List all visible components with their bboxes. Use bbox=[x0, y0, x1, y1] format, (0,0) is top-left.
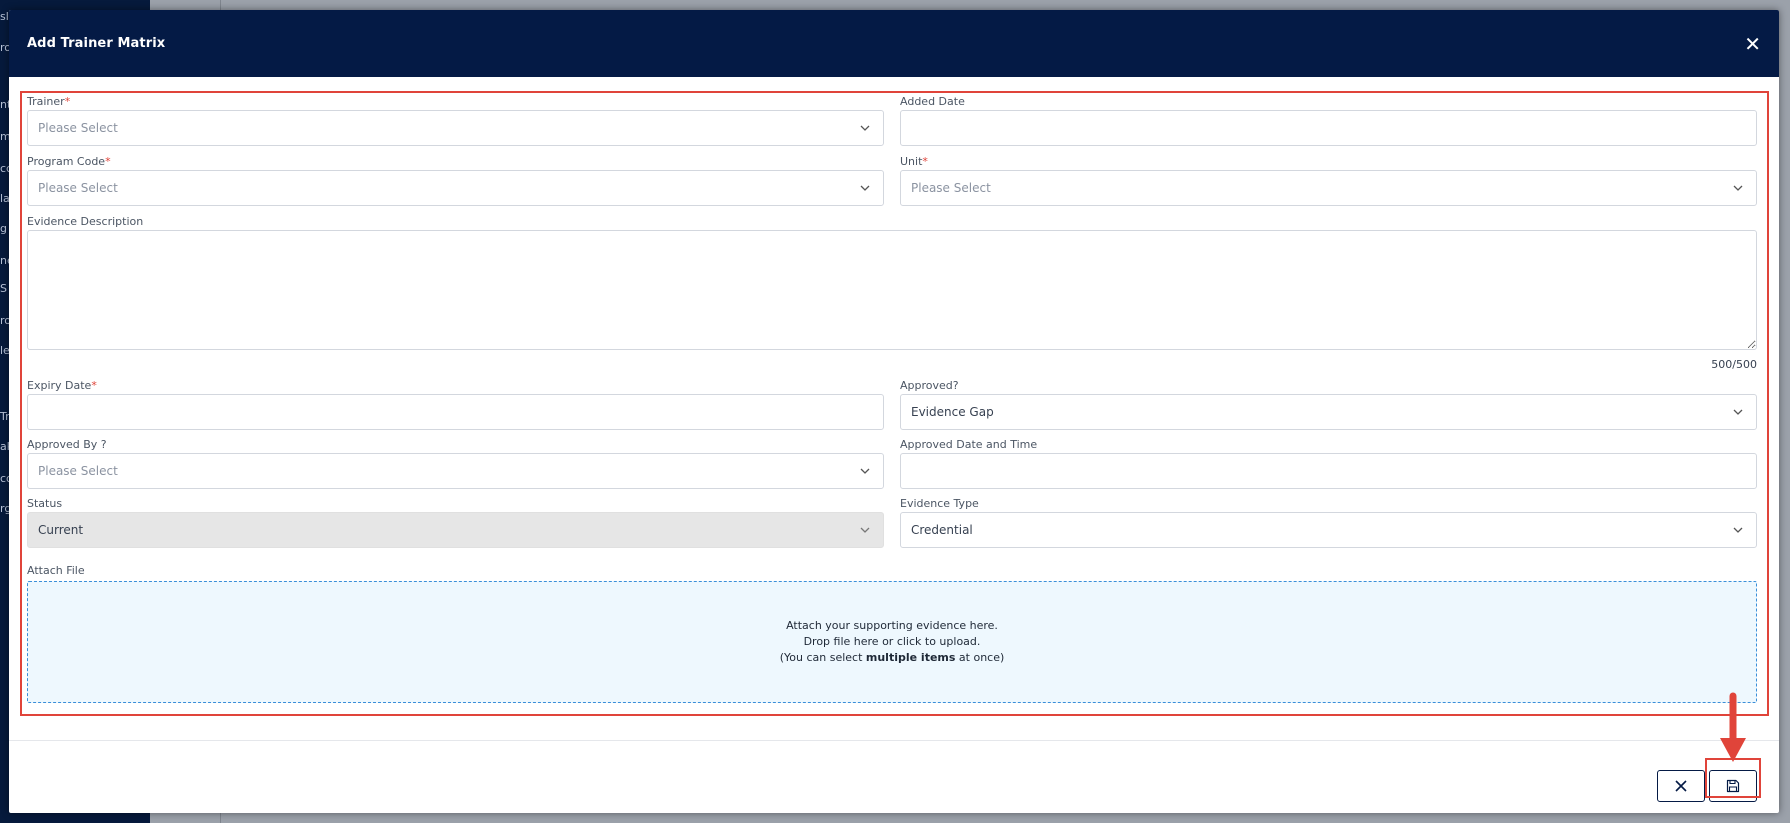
drop-zone-line-2: Drop file here or click to upload. bbox=[803, 635, 981, 648]
file-drop-zone[interactable]: Attach your supporting evidence here. Dr… bbox=[27, 581, 1757, 703]
expiry-date-input[interactable] bbox=[27, 394, 884, 430]
approved-select[interactable]: Evidence Gap bbox=[900, 394, 1757, 430]
program-code-select[interactable]: Please Select bbox=[27, 170, 884, 206]
trainer-label: Trainer* bbox=[27, 95, 71, 108]
character-counter: 500/500 bbox=[1711, 358, 1757, 371]
chevron-down-icon bbox=[860, 185, 870, 191]
trainer-field: Trainer* Please Select bbox=[27, 94, 884, 146]
expiry-date-field: Expiry Date* bbox=[27, 378, 884, 430]
x-icon bbox=[1675, 780, 1687, 792]
evidence-type-select[interactable]: Credential bbox=[900, 512, 1757, 548]
status-label: Status bbox=[27, 497, 63, 510]
chevron-down-icon bbox=[1733, 527, 1743, 533]
program-code-label: Program Code* bbox=[27, 155, 111, 168]
program-code-field: Program Code* Please Select bbox=[27, 154, 884, 206]
modal-header: Add Trainer Matrix ✕ bbox=[9, 10, 1779, 77]
chevron-down-icon bbox=[1733, 409, 1743, 415]
background-sidebar-letter: g bbox=[0, 222, 7, 235]
evidence-type-label: Evidence Type bbox=[900, 497, 979, 510]
background-sidebar-letter: sl bbox=[0, 10, 9, 23]
add-trainer-matrix-modal: Add Trainer Matrix ✕ Trainer* Please Sel… bbox=[9, 10, 1779, 813]
approved-label: Approved? bbox=[900, 379, 959, 392]
evidence-description-field: Evidence Description bbox=[27, 214, 1757, 350]
arrow-down-icon bbox=[1720, 692, 1746, 762]
drop-zone-line-3: (You can select multiple items at once) bbox=[779, 651, 1005, 664]
approved-by-select[interactable]: Please Select bbox=[27, 453, 884, 489]
expiry-date-label: Expiry Date* bbox=[27, 379, 97, 392]
unit-label: Unit* bbox=[900, 155, 928, 168]
approved-by-label: Approved By ? bbox=[27, 438, 107, 451]
approved-date-time-label: Approved Date and Time bbox=[900, 438, 1038, 451]
unit-select[interactable]: Please Select bbox=[900, 170, 1757, 206]
chevron-down-icon bbox=[860, 527, 870, 533]
status-field: Status Current bbox=[27, 496, 884, 548]
approved-field: Approved? Evidence Gap bbox=[900, 378, 1757, 430]
trainer-select[interactable]: Please Select bbox=[27, 110, 884, 146]
approved-by-field: Approved By ? Please Select bbox=[27, 437, 884, 489]
added-date-input[interactable] bbox=[900, 110, 1757, 146]
status-select: Current bbox=[27, 512, 884, 548]
cancel-button[interactable] bbox=[1657, 770, 1705, 802]
drop-zone-line-1: Attach your supporting evidence here. bbox=[786, 619, 998, 632]
evidence-description-label: Evidence Description bbox=[27, 215, 144, 228]
modal-title: Add Trainer Matrix bbox=[27, 36, 166, 51]
modal-footer bbox=[9, 740, 1779, 813]
evidence-description-textarea[interactable] bbox=[27, 230, 1757, 350]
close-icon[interactable]: ✕ bbox=[1744, 34, 1761, 54]
background-sidebar-letter: S bbox=[0, 282, 7, 295]
approved-date-time-input[interactable] bbox=[900, 453, 1757, 489]
unit-field: Unit* Please Select bbox=[900, 154, 1757, 206]
added-date-field: Added Date bbox=[900, 94, 1757, 146]
attach-file-label: Attach File bbox=[27, 564, 85, 577]
chevron-down-icon bbox=[860, 125, 870, 131]
approved-date-time-field: Approved Date and Time bbox=[900, 437, 1757, 489]
chevron-down-icon bbox=[860, 468, 870, 474]
attach-file-field: Attach File bbox=[27, 563, 884, 578]
added-date-label: Added Date bbox=[900, 95, 965, 108]
evidence-type-field: Evidence Type Credential bbox=[900, 496, 1757, 548]
chevron-down-icon bbox=[1733, 185, 1743, 191]
